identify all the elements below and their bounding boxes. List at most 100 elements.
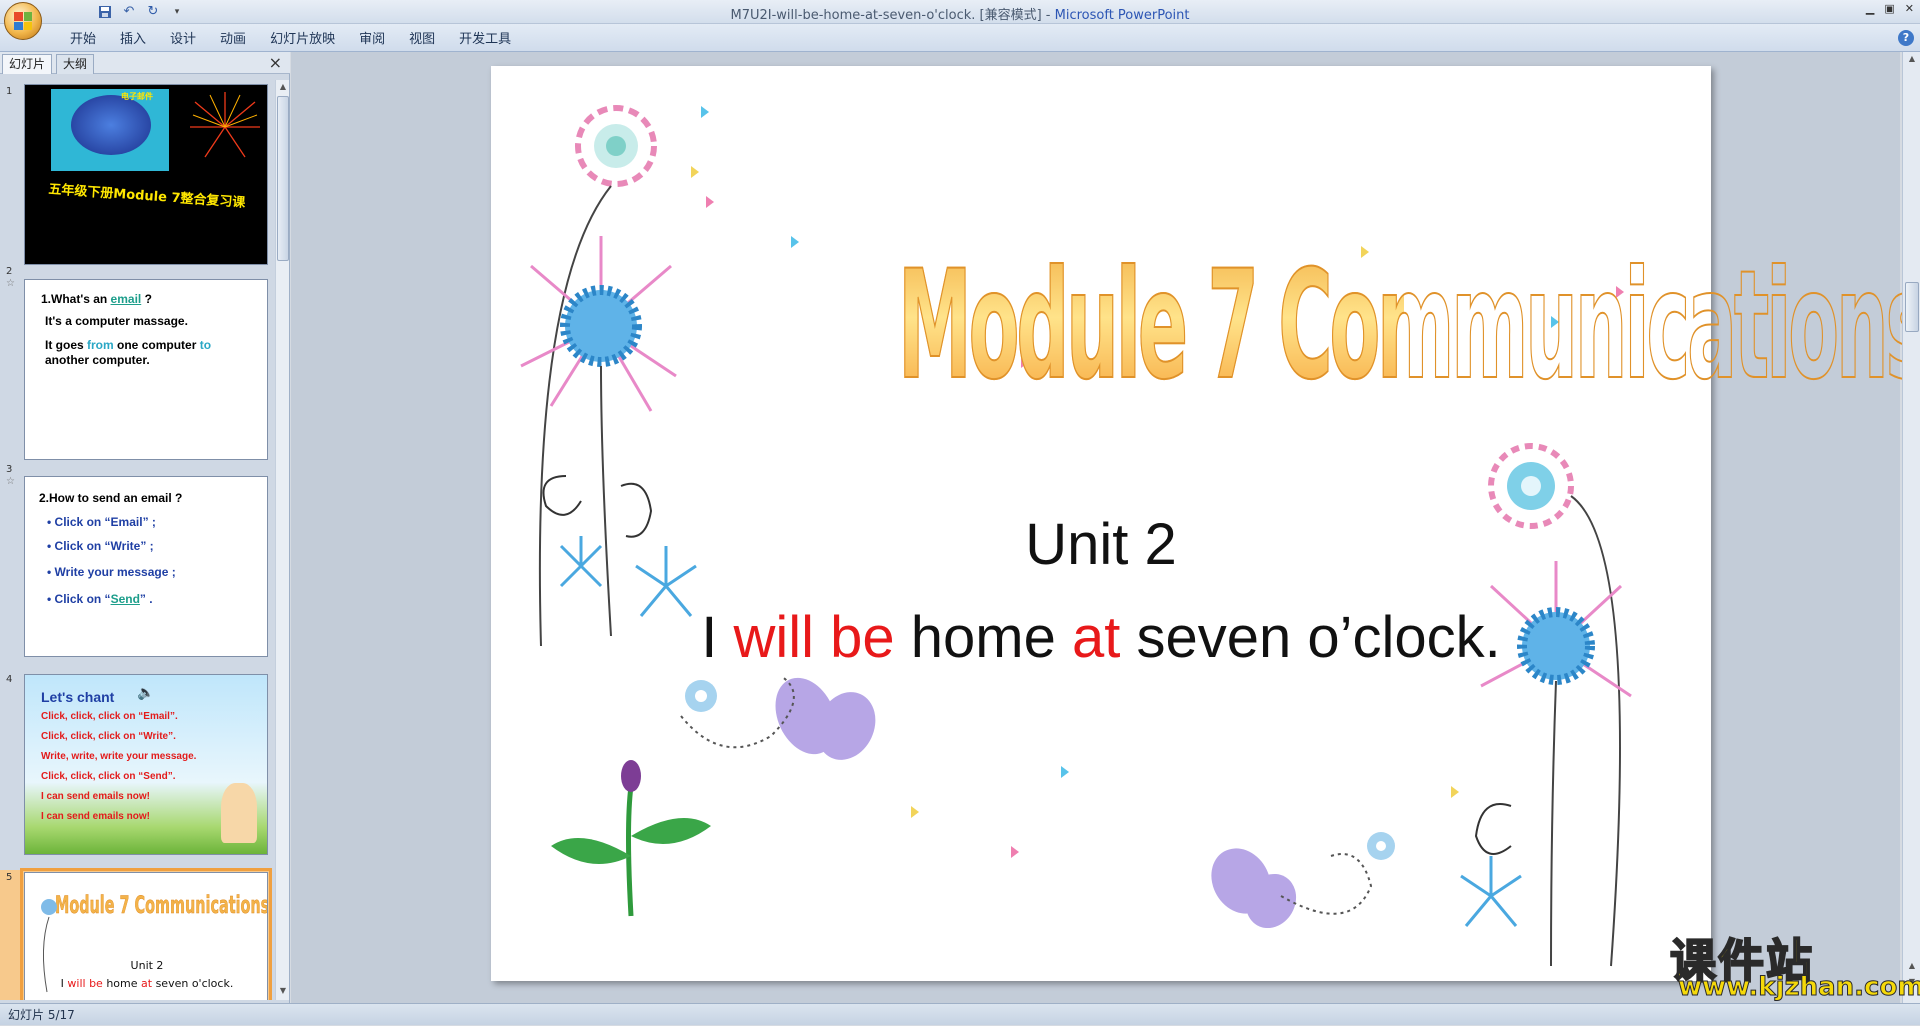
tab-design[interactable]: 设计 — [158, 30, 208, 50]
subtitle-part: home — [894, 605, 1072, 670]
tab-insert[interactable]: 插入 — [108, 30, 158, 50]
thumbnail-slide-5[interactable]: Module 7 Communications Unit 2 I will be… — [20, 868, 272, 1000]
slide-unit[interactable]: Unit 2 — [491, 511, 1711, 578]
thumb3-item: • Click on “Send” . — [47, 592, 153, 606]
q-end: ? — [141, 292, 152, 306]
watermark: 课件站 www.kjzhan.com — [1669, 925, 1920, 1003]
thumbnail-slide-3[interactable]: 2.How to send an email ? • Click on “Ema… — [24, 476, 268, 657]
thumbnail-slide-2[interactable]: 1.What's an email ? It's a computer mass… — [24, 279, 268, 460]
butterfly-icon — [685, 677, 876, 760]
thumb2-answer2: It goes from one computer to — [45, 338, 211, 352]
scroll-up-icon[interactable]: ▲ — [1906, 54, 1918, 66]
thumb2-answer1: It's a computer massage. — [45, 314, 188, 328]
office-button[interactable] — [4, 2, 42, 40]
thumb5-flower-icon — [41, 899, 57, 993]
scroll-up-icon[interactable]: ▲ — [277, 82, 289, 94]
thumb2-question: 1.What's an email ? — [41, 292, 152, 306]
tab-home[interactable]: 开始 — [58, 30, 108, 50]
email-link: email — [110, 292, 142, 306]
tab-slideshow[interactable]: 幻灯片放映 — [258, 30, 347, 50]
scroll-down-icon[interactable]: ▼ — [277, 986, 289, 998]
office-logo-icon — [14, 12, 32, 30]
tab-outline[interactable]: 大纲 — [56, 54, 95, 74]
window-title: M7U2I-will-be-home-at-seven-o'clock. [兼容… — [0, 4, 1920, 23]
close-icon[interactable]: ✕ — [1905, 2, 1914, 15]
thumbnail-slide-1[interactable]: 电子邮件 五年级下册Module 7整合复习课 — [24, 84, 268, 265]
slides-pane: 幻灯片 大纲 × 1 电子邮件 五年级下册Module 7整合复习课 2 ☆ 1… — [0, 52, 290, 1003]
tab-slides[interactable]: 幻灯片 — [2, 54, 53, 74]
right-butterfly-icon — [1211, 832, 1395, 929]
a2c: one computer — [113, 338, 200, 352]
slide-scrollbar[interactable]: ▲ ▲ ▼ — [1902, 52, 1920, 1003]
ribbon: 开始 插入 设计 动画 幻灯片放映 审阅 视图 开发工具 — [0, 24, 1920, 52]
last-a: Click on “ — [54, 592, 111, 606]
slide-subtitle[interactable]: I will be home at seven o’clock. — [491, 604, 1711, 671]
chant-line: Write, write, write your message. — [41, 751, 197, 762]
globe-icon — [71, 95, 151, 155]
slide-counter: 幻灯片 5/17 — [8, 1008, 75, 1022]
animation-star-icon: ☆ — [6, 476, 15, 487]
blue-flower-icon — [520, 236, 677, 412]
scroll-thumb[interactable] — [277, 96, 289, 261]
tab-developer[interactable]: 开发工具 — [447, 30, 523, 50]
ribbon-tabs: 开始 插入 设计 动画 幻灯片放映 审阅 视图 开发工具 — [58, 30, 523, 50]
sub-e: seven o'clock. — [152, 977, 234, 990]
tab-view[interactable]: 视图 — [397, 30, 447, 50]
girl-illustration — [221, 783, 257, 843]
thumb-number: 2 — [6, 266, 13, 277]
thumbnails-scrollbar[interactable]: ▲ ▼ — [275, 80, 289, 1000]
subtitle-part: seven o’clock. — [1120, 605, 1501, 670]
sub-d: at — [141, 977, 153, 990]
q-text: 1.What's an — [41, 292, 111, 306]
right-blue-star-icon — [1460, 856, 1522, 927]
pink-flower-icon — [575, 105, 657, 187]
window-controls: ▁ ▣ ✕ — [1866, 2, 1914, 15]
chant-line: Click, click, click on “Email”. — [41, 711, 178, 722]
watermark-url: www.kjzhan.com — [1677, 972, 1920, 1003]
tab-animations[interactable]: 动画 — [208, 30, 258, 50]
sub-b: will be — [67, 977, 103, 990]
chant-line: Click, click, click on “Send”. — [41, 771, 176, 782]
a2d: to — [199, 338, 212, 352]
animation-star-icon: ☆ — [6, 278, 15, 289]
email-picture: 电子邮件 — [51, 89, 169, 171]
subtitle-part: I — [701, 605, 734, 670]
thumb-number: 3 — [6, 464, 13, 475]
pane-close-icon[interactable]: × — [269, 53, 282, 72]
tab-review[interactable]: 审阅 — [347, 30, 397, 50]
speaker-icon: 🔈 — [137, 685, 155, 701]
last-b: ” . — [139, 592, 153, 606]
slide-title[interactable]: Module 7 Communications — [897, 240, 1920, 412]
pane-tabs: 幻灯片 大纲 × — [0, 52, 290, 74]
title-separator: - — [1041, 8, 1055, 23]
thumbnail-list: 1 电子邮件 五年级下册Module 7整合复习课 2 ☆ 1.What's a… — [0, 80, 272, 1000]
thumb-number: 5 — [6, 872, 13, 883]
subtitle-highlight: will be — [733, 605, 895, 670]
item-text: Write your message ; — [54, 565, 176, 579]
minimize-icon[interactable]: ▁ — [1866, 2, 1874, 15]
current-slide[interactable]: Module 7 Communications Unit 2 I will be… — [491, 66, 1920, 981]
chant-title: Let's chant — [41, 689, 115, 705]
thumb3-item: • Click on “Email” ; — [47, 515, 156, 529]
document-name: M7U2I-will-be-home-at-seven-o'clock. [兼容… — [730, 8, 1042, 23]
scroll-thumb[interactable] — [1905, 282, 1919, 332]
green-plant-icon — [551, 760, 711, 917]
title-bar: ↶ ↻ ▾ M7U2I-will-be-home-at-seven-o'cloc… — [0, 0, 1920, 40]
thumb-heading: 五年级下册Module 7整合复习课 — [47, 182, 246, 211]
thumb-number: 4 — [6, 674, 13, 685]
help-icon[interactable]: ? — [1898, 30, 1914, 46]
thumb-number: 1 — [6, 86, 13, 97]
app-name: Microsoft PowerPoint — [1054, 8, 1190, 23]
thumb5-title: Module 7 Communications — [55, 891, 268, 920]
thumb3-item: • Write your message ; — [47, 565, 176, 579]
a2a: It goes — [45, 338, 88, 352]
subtitle-highlight: at — [1071, 605, 1121, 670]
maximize-icon[interactable]: ▣ — [1884, 2, 1894, 15]
item-text: Click on “Write” ; — [54, 539, 154, 553]
thumb2-answer3: another computer. — [45, 353, 150, 367]
sub-c: home — [102, 977, 142, 990]
chant-line: I can send emails now! — [41, 811, 150, 822]
thumbnail-slide-4[interactable]: Let's chant 🔈 Click, click, click on “Em… — [24, 674, 268, 855]
send-link: Send — [110, 592, 140, 606]
a2b: from — [87, 338, 114, 352]
